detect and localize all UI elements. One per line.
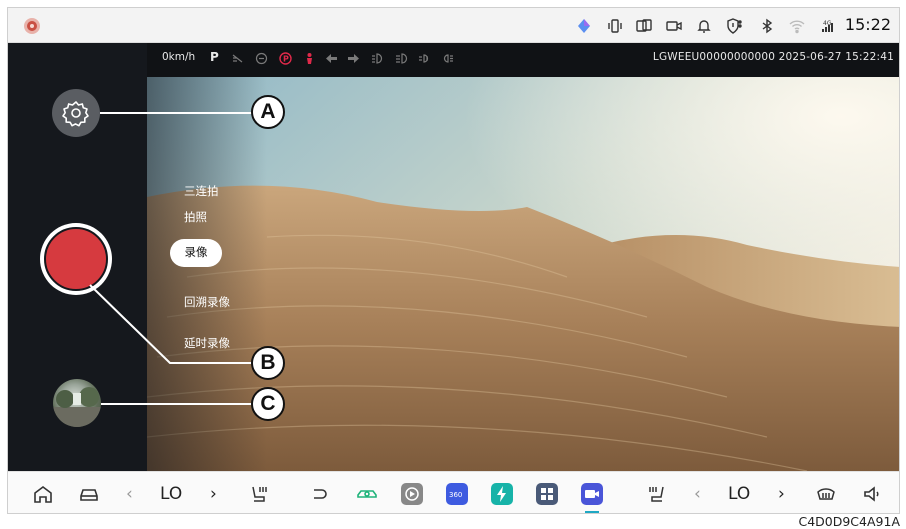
phone-vibrate-icon[interactable]: [606, 17, 624, 35]
screen-cast-icon[interactable]: [635, 17, 653, 35]
left-temp-decrease[interactable]: ‹: [126, 484, 133, 504]
right-temp-value: LO: [728, 484, 751, 504]
callout-a: A: [251, 95, 285, 129]
recirculation-icon[interactable]: [308, 483, 330, 505]
vin-timestamp: LGWEEU00000000000 2025-06-27 15:22:41: [653, 51, 894, 63]
gear-icon: [62, 101, 89, 127]
car-icon[interactable]: [78, 483, 100, 505]
high-beam-icon: [232, 54, 243, 63]
camera-360-app[interactable]: 360: [446, 483, 468, 505]
dashcam-app[interactable]: [581, 483, 603, 505]
svg-text:4G: 4G: [823, 20, 832, 27]
callout-c: C: [251, 387, 285, 421]
svg-text:360: 360: [449, 491, 462, 499]
right-turn-icon: [348, 54, 359, 63]
seat-heat-right-icon[interactable]: [646, 483, 668, 505]
left-temp-value: LO: [160, 484, 183, 504]
defrost-icon[interactable]: [815, 483, 837, 505]
mode-photo[interactable]: 拍照: [184, 209, 207, 225]
mode-video-selected[interactable]: 录像: [170, 239, 222, 267]
app-logo-icon[interactable]: [22, 16, 42, 36]
camera-settings-button[interactable]: [52, 89, 100, 137]
datetime-readout: 2025-06-27 15:22:41: [778, 51, 894, 63]
bluetooth-icon[interactable]: [758, 17, 776, 35]
mode-burst[interactable]: 三连拍: [184, 183, 219, 199]
camera-icon[interactable]: [665, 17, 683, 35]
apps-grid[interactable]: [536, 483, 558, 505]
callout-c-line: [101, 403, 253, 405]
active-app-indicator: [585, 511, 599, 513]
wifi-icon[interactable]: [788, 17, 806, 35]
low-beam-icon: [372, 53, 383, 64]
video-player-app[interactable]: [401, 483, 423, 505]
infotainment-screen: 4G 15:22 0km/h P P LGWEEU00000000000 202…: [7, 7, 900, 514]
home-icon[interactable]: [32, 483, 54, 505]
recorder-info-bar: 0km/h P P LGWEEU00000000000 2025-06-27 1…: [147, 43, 899, 77]
left-turn-icon: [326, 54, 337, 63]
status-bar: 4G 15:22: [8, 8, 899, 43]
signal-4g-icon[interactable]: 4G: [818, 17, 836, 35]
callout-b: B: [251, 346, 285, 380]
headlight-icon: [396, 53, 408, 64]
fog-light-icon: [419, 54, 429, 63]
callout-b-line: [89, 284, 256, 364]
dashcam-view: 0km/h P P LGWEEU00000000000 2025-06-27 1…: [8, 43, 899, 471]
parking-brake-icon: P: [279, 52, 292, 65]
gear-indicator: P: [210, 50, 219, 64]
seatbelt-icon: [307, 53, 312, 64]
volume-icon[interactable]: [861, 483, 883, 505]
right-temp-increase[interactable]: ›: [778, 484, 785, 504]
bell-icon[interactable]: [695, 17, 713, 35]
left-temp-increase[interactable]: ›: [210, 484, 217, 504]
bottom-dock: ‹ LO › 360 ‹ LO ›: [8, 471, 899, 513]
gem-icon[interactable]: [575, 17, 593, 35]
right-temp-decrease[interactable]: ‹: [694, 484, 701, 504]
svg-text:P: P: [283, 55, 289, 64]
clock: 15:22: [844, 15, 891, 34]
car-link-icon[interactable]: [356, 483, 378, 505]
tire-pressure-icon: [255, 52, 268, 65]
vin-readout: LGWEEU00000000000: [652, 51, 776, 63]
figure-code: C4D0D9C4A91A: [798, 514, 900, 529]
record-dot: [44, 227, 108, 291]
seat-heat-left-icon[interactable]: [248, 483, 270, 505]
shield-icon[interactable]: [725, 17, 743, 35]
charging-app[interactable]: [491, 483, 513, 505]
gallery-preview-image: [53, 387, 101, 427]
rear-fog-icon: [443, 54, 453, 63]
speed-readout: 0km/h: [162, 51, 196, 63]
callout-a-line: [100, 112, 253, 114]
gallery-thumbnail[interactable]: [53, 379, 101, 427]
